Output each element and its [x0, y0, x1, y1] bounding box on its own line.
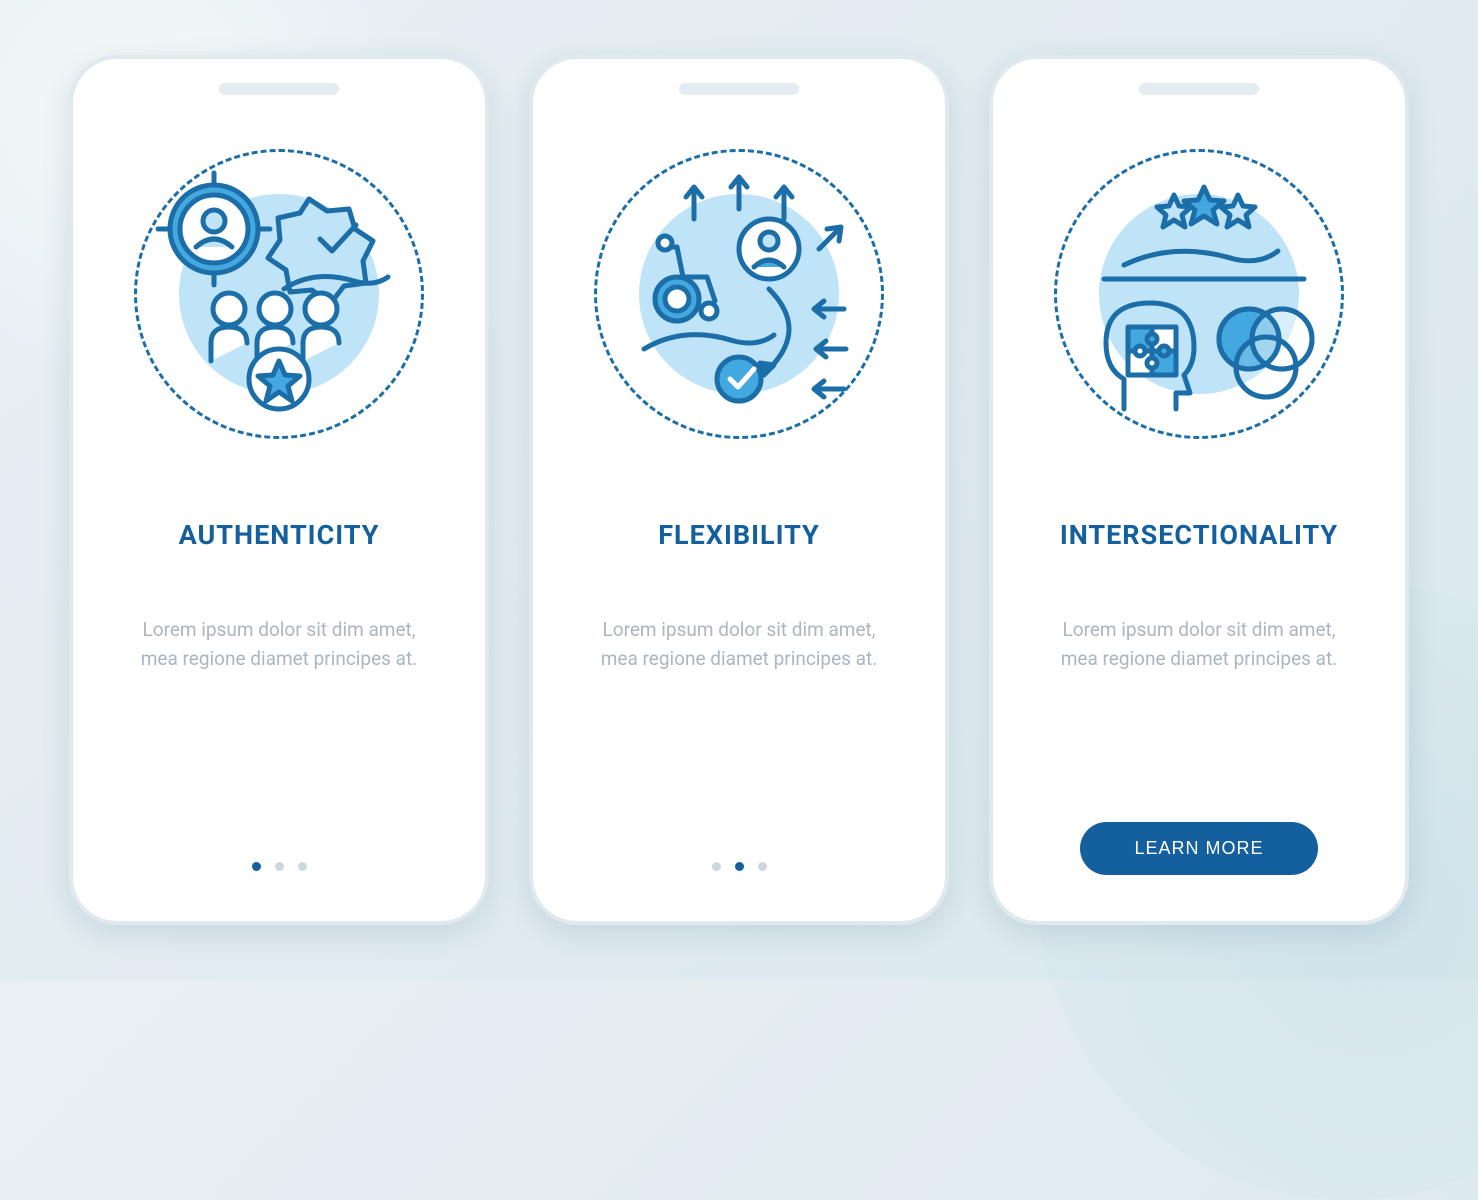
intersectionality-icon	[1054, 149, 1344, 439]
illustration-intersectionality	[1054, 149, 1344, 439]
page-dot-1[interactable]	[252, 862, 261, 871]
page-dot-3[interactable]	[298, 862, 307, 871]
authenticity-icon	[134, 149, 424, 439]
learn-more-button[interactable]: LEARN MORE	[1080, 822, 1317, 875]
screen-title: INTERSECTIONALITY	[1060, 519, 1338, 551]
onboarding-screen-3: INTERSECTIONALITY Lorem ipsum dolor sit …	[989, 55, 1409, 925]
page-dot-2[interactable]	[275, 862, 284, 871]
illustration-authenticity	[134, 149, 424, 439]
illustration-flexibility	[594, 149, 884, 439]
screen-description: Lorem ipsum dolor sit dim amet, mea regi…	[129, 615, 429, 674]
onboarding-screen-1: AUTHENTICITY Lorem ipsum dolor sit dim a…	[69, 55, 489, 925]
page-dot-1[interactable]	[712, 862, 721, 871]
screen-description: Lorem ipsum dolor sit dim amet, mea regi…	[1049, 615, 1349, 674]
page-dot-2[interactable]	[735, 862, 744, 871]
screen-description: Lorem ipsum dolor sit dim amet, mea regi…	[589, 615, 889, 674]
screen-title: AUTHENTICITY	[179, 519, 380, 551]
screen-title: FLEXIBILITY	[658, 519, 820, 551]
page-dot-3[interactable]	[758, 862, 767, 871]
flexibility-icon	[594, 149, 884, 439]
onboarding-screen-2: FLEXIBILITY Lorem ipsum dolor sit dim am…	[529, 55, 949, 925]
page-indicator	[712, 862, 767, 881]
page-indicator	[252, 862, 307, 881]
